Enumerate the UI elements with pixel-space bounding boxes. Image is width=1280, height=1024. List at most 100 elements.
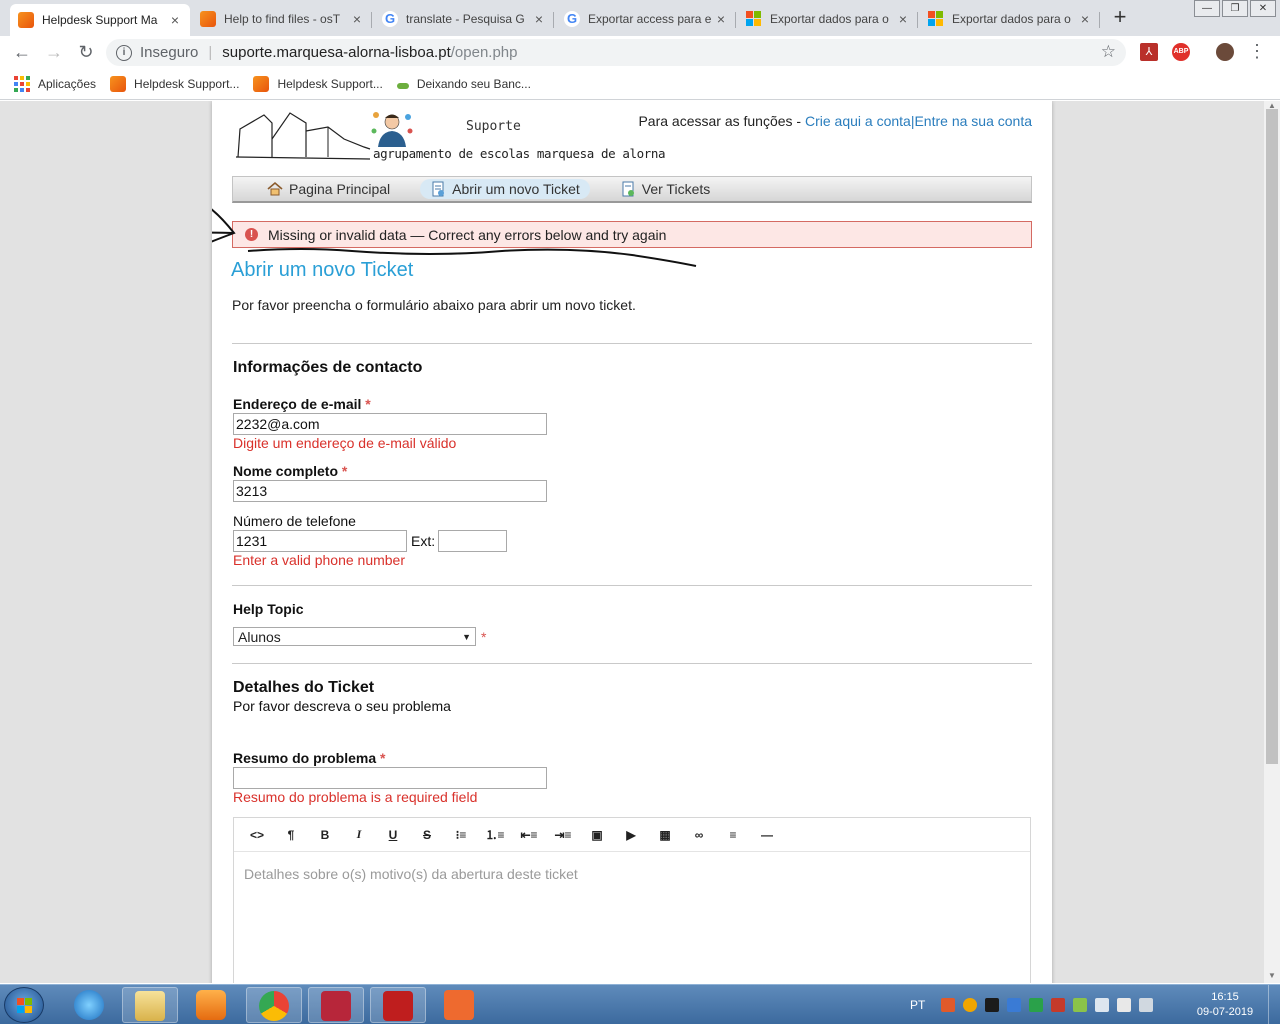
table-icon[interactable]: ▦ [648,828,682,842]
language-indicator[interactable]: PT [910,998,925,1012]
paragraph-button[interactable]: ¶ [274,828,308,842]
tab-exportar-dados-1[interactable]: Exportar dados para o × [738,4,918,34]
speaker-icon[interactable] [1095,998,1110,1012]
show-desktop-button[interactable] [1268,985,1280,1024]
image-icon[interactable]: ▣ [580,828,614,842]
intro-text: Por favor preencha o formulário abaixo p… [232,297,636,313]
outdent-icon[interactable]: ⇤≡ [512,828,546,842]
info-icon[interactable]: i [116,44,132,61]
editor-body[interactable]: Detalhes sobre o(s) motivo(s) da abertur… [234,852,1030,896]
tab-help-find-files[interactable]: Help to find files - osT × [192,4,372,34]
tab-exportar-access[interactable]: G Exportar access para e × [556,4,736,34]
page-scrollbar[interactable]: ▲ ▼ [1264,101,1280,983]
google-icon: G [564,11,580,27]
nav-new-ticket[interactable]: Abrir um novo Ticket [420,179,590,199]
bookmark-helpdesk-1[interactable]: Helpdesk Support... [110,75,239,92]
new-tab-button[interactable]: + [1108,5,1132,29]
microsoft-icon [928,11,944,27]
horizontal-rule-icon[interactable]: — [750,828,784,842]
phone-label: Número de telefone [233,513,356,529]
summary-label: Resumo do problema * [233,750,386,766]
close-tab-icon[interactable]: × [896,11,910,27]
tab-helpdesk-support[interactable]: Helpdesk Support Ma × [10,4,190,36]
network-icon[interactable] [1139,998,1154,1012]
italic-button[interactable]: I [342,827,376,842]
bold-button[interactable]: B [308,828,342,842]
align-icon[interactable]: ≡ [716,828,750,842]
ext-field[interactable] [438,530,507,552]
chrome-menu-icon[interactable]: ⋮ [1248,41,1266,61]
html-code-button[interactable]: <> [240,828,274,842]
tray-app-icon[interactable] [941,998,956,1012]
bookmark-star-icon[interactable]: ☆ [1101,42,1116,62]
file-explorer-icon[interactable] [122,987,178,1023]
bookmark-banco[interactable]: Deixando seu Banc... [396,77,531,91]
tray-network-tool-icon[interactable] [1007,998,1022,1012]
page-title: Abrir um novo Ticket [231,259,414,281]
main-nav: Pagina Principal Abrir um novo Ticket Ve… [232,176,1032,203]
shield-icon[interactable] [1029,998,1044,1012]
adblock-plus-icon[interactable]: ABP [1172,43,1190,61]
scroll-down-icon[interactable]: ▼ [1264,969,1280,983]
browser-toolbar: ← → ↻ i Inseguro | suporte.marquesa-alor… [0,36,1280,68]
create-account-link[interactable]: Crie aqui a conta [805,113,911,129]
tab-title: Exportar dados para o [952,12,1071,26]
start-button[interactable] [4,987,44,1023]
pdf-extension-icon[interactable]: ⅄ [1140,43,1158,61]
video-icon[interactable]: ▶ [614,828,648,842]
summary-field[interactable] [233,767,547,789]
reload-button[interactable]: ↻ [74,40,98,64]
back-button[interactable]: ← [10,40,34,64]
login-link[interactable]: Entre na sua conta [914,113,1032,129]
filezilla-icon[interactable] [370,987,426,1023]
url-host: suporte.marquesa-alorna-lisboa.pt [222,44,451,61]
numbered-list-icon[interactable]: ⒈≡ [478,826,512,843]
tab-translate[interactable]: G translate - Pesquisa G × [374,4,554,34]
access-icon[interactable] [308,987,364,1023]
minimize-button[interactable]: — [1194,0,1220,17]
close-tab-icon[interactable]: × [168,12,182,28]
restore-button[interactable]: ❐ [1222,0,1248,17]
help-topic-select[interactable]: Alunos ▼ [233,627,476,646]
close-tab-icon[interactable]: × [350,11,364,27]
tab-title: Helpdesk Support Ma [42,13,158,27]
bookmark-helpdesk-2[interactable]: Helpdesk Support... [253,75,383,92]
close-tab-icon[interactable]: × [1078,11,1092,27]
forward-button[interactable]: → [42,40,66,64]
internet-explorer-icon[interactable] [62,987,118,1023]
bookmark-apps[interactable]: Aplicações [14,75,96,92]
presentation-icon[interactable] [432,987,488,1023]
close-window-button[interactable]: ✕ [1250,0,1276,17]
email-field[interactable] [233,413,547,435]
google-icon: G [382,11,398,27]
underline-button[interactable]: U [376,828,410,842]
view-tickets-icon [622,181,634,197]
tray-check-icon[interactable] [1073,998,1088,1012]
scrollbar-thumb[interactable] [1266,109,1278,764]
flag-icon[interactable] [1117,998,1132,1012]
full-name-field[interactable] [233,480,547,502]
link-icon[interactable]: ∞ [682,828,716,842]
close-tab-icon[interactable]: × [532,11,546,27]
page-container: Suporte agrupamento de escolas marquesa … [212,101,1052,983]
phone-field[interactable] [233,530,407,552]
indent-icon[interactable]: ⇥≡ [546,828,580,842]
tray-volume-alert-icon[interactable] [1051,998,1066,1012]
clock-date: 09-07-2019 [1196,1006,1254,1018]
chrome-icon[interactable] [246,987,302,1023]
nav-home[interactable]: Pagina Principal [257,179,400,199]
close-tab-icon[interactable]: × [714,11,728,27]
nav-view-tickets[interactable]: Ver Tickets [610,179,720,199]
tab-exportar-dados-2[interactable]: Exportar dados para o × [920,4,1100,34]
tray-update-icon[interactable] [963,998,978,1012]
osticket-icon [18,12,34,28]
address-bar[interactable]: i Inseguro | suporte.marquesa-alorna-lis… [106,39,1126,66]
strikethrough-button[interactable]: S [410,828,444,842]
bullet-list-icon[interactable]: ⁝≡ [444,828,478,842]
help-topic-value: Alunos [238,628,281,645]
media-player-icon[interactable] [184,987,240,1023]
tray-monitor-icon[interactable] [985,998,1000,1012]
system-clock[interactable]: 16:15 09-07-2019 [1190,990,1260,1020]
phone-error: Enter a valid phone number [233,552,405,568]
profile-avatar[interactable] [1216,43,1234,61]
